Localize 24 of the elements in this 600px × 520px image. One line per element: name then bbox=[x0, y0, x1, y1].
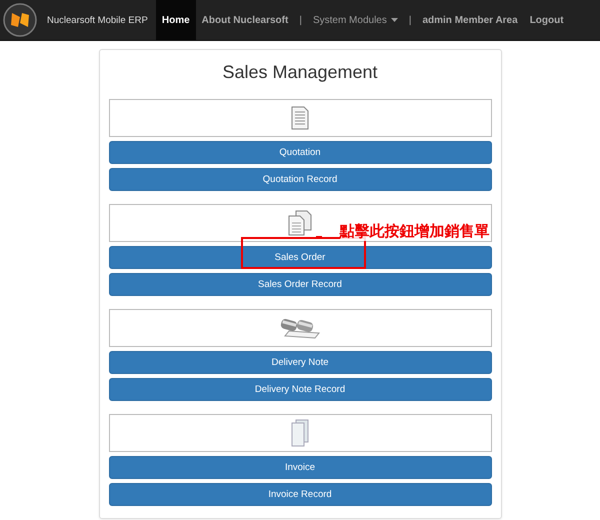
nav-link[interactable]: Home bbox=[156, 0, 196, 40]
document-icon bbox=[290, 106, 310, 130]
pages-icon bbox=[290, 419, 310, 447]
module-button[interactable]: Invoice bbox=[108, 456, 492, 479]
module-button[interactable]: Sales Order bbox=[108, 246, 492, 269]
nav-separator: | bbox=[298, 14, 303, 28]
module-button[interactable]: Quotation Record bbox=[108, 168, 492, 191]
brand-name[interactable]: Nuclearsoft Mobile ERP bbox=[43, 0, 156, 40]
annotation-text: 點擊此按鈕增加銷售單 bbox=[340, 222, 490, 241]
nav-link[interactable]: Logout bbox=[524, 0, 570, 40]
nav-dropdown[interactable]: System Modules bbox=[306, 0, 404, 40]
nav-separator: | bbox=[408, 14, 412, 28]
documents-icon bbox=[287, 210, 313, 236]
nav-link[interactable]: About Nuclearsoft bbox=[196, 0, 294, 40]
module-button[interactable]: Delivery Note Record bbox=[108, 378, 492, 401]
nav-link[interactable]: admin Member Area bbox=[416, 0, 524, 40]
panel-title: Sales Management bbox=[221, 62, 379, 83]
caret-icon bbox=[390, 18, 398, 22]
module-button[interactable]: Invoice Record bbox=[108, 483, 492, 506]
module-button[interactable]: Quotation bbox=[108, 141, 492, 164]
logo-icon bbox=[3, 3, 37, 37]
module-button[interactable]: Delivery Note bbox=[108, 351, 492, 374]
module-button[interactable]: Sales Order Record bbox=[108, 273, 492, 296]
stamps-icon bbox=[279, 317, 321, 339]
